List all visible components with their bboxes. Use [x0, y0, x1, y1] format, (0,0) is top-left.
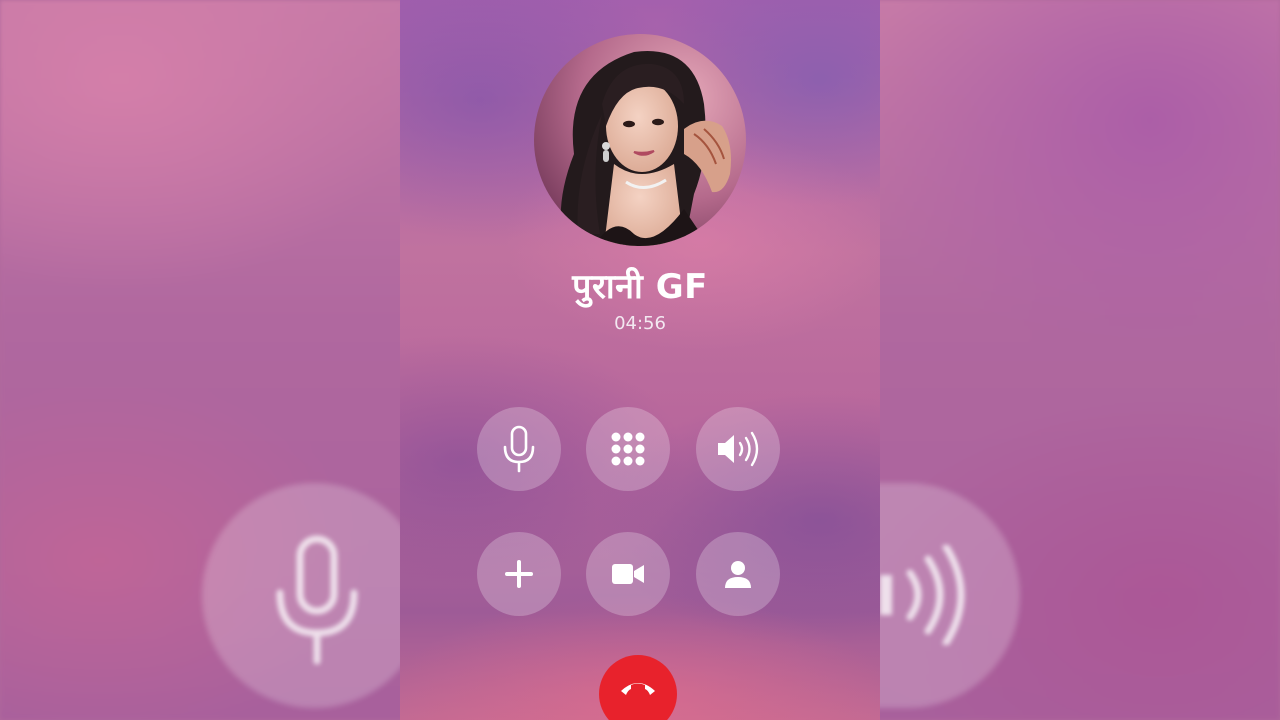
caller-name: पुरानी GF: [572, 267, 708, 307]
speaker-icon: [718, 431, 759, 467]
plus-icon: [505, 560, 533, 588]
keypad-button[interactable]: [586, 407, 670, 491]
call-duration: 04:56: [614, 313, 666, 334]
mute-button[interactable]: [477, 407, 561, 491]
add-call-button[interactable]: [477, 532, 561, 616]
caller-photo: [534, 34, 746, 246]
speaker-button[interactable]: [696, 407, 780, 491]
end-call-button[interactable]: [599, 655, 677, 720]
blurred-speaker-icon: [880, 545, 965, 645]
caller-avatar: [534, 34, 746, 246]
screen: पुरानी GF 04:56: [0, 0, 1280, 720]
keypad-icon: [611, 432, 645, 466]
blurred-microphone-icon: [276, 535, 358, 665]
video-camera-icon: [612, 564, 644, 584]
microphone-icon: [503, 425, 535, 473]
call-screen: पुरानी GF 04:56: [400, 0, 880, 720]
phone-hangup-icon: [621, 683, 655, 695]
contacts-button[interactable]: [696, 532, 780, 616]
video-call-button[interactable]: [586, 532, 670, 616]
person-icon: [725, 561, 751, 588]
